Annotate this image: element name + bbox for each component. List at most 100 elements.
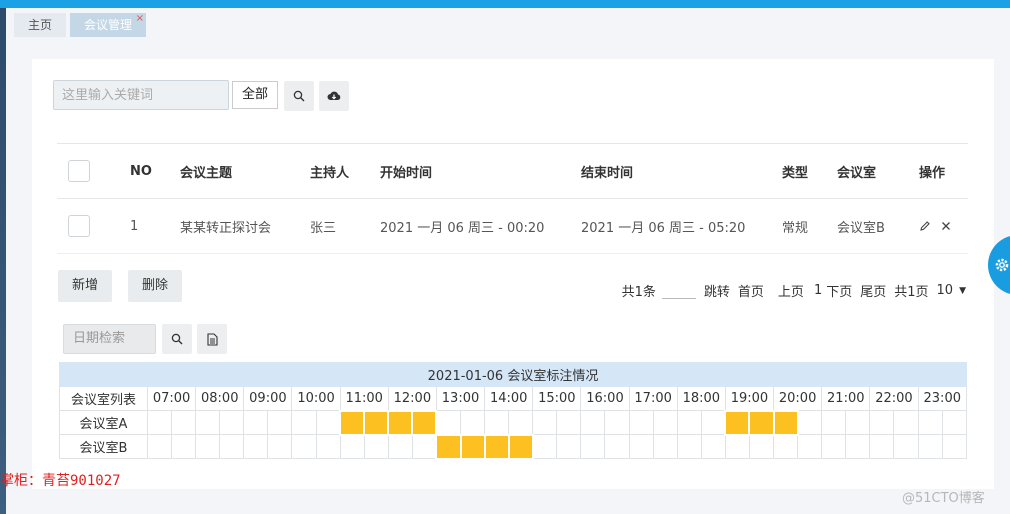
time-slot[interactable] (219, 434, 245, 459)
time-slot[interactable] (845, 410, 871, 435)
hour-label: 18:00 (676, 386, 726, 411)
table-row[interactable]: 1 某某转正探讨会 张三 2021 一月 06 周三 - 00:20 2021 … (57, 199, 968, 254)
time-slot[interactable] (917, 410, 943, 435)
time-slot[interactable] (315, 410, 341, 435)
time-slot[interactable] (580, 434, 606, 459)
time-slot[interactable] (628, 434, 654, 459)
time-slot[interactable] (171, 410, 197, 435)
time-slot[interactable] (604, 434, 630, 459)
time-slot[interactable] (652, 434, 678, 459)
time-slot[interactable] (146, 434, 173, 459)
time-slot[interactable] (628, 410, 654, 435)
booked-slot[interactable] (411, 409, 438, 436)
date-search-button[interactable] (162, 324, 192, 354)
booked-slot[interactable] (724, 409, 751, 436)
pager-first[interactable]: 首页 (738, 281, 764, 300)
time-slot[interactable] (941, 410, 968, 435)
time-slot[interactable] (484, 410, 510, 435)
delete-icon[interactable] (941, 221, 951, 231)
booked-slot[interactable] (748, 409, 775, 436)
time-slot[interactable] (893, 434, 919, 459)
pager-jump[interactable]: 跳转 (704, 281, 730, 300)
time-slot[interactable] (724, 434, 750, 459)
time-slot[interactable] (773, 434, 799, 459)
booked-slot[interactable] (363, 409, 390, 436)
time-slot[interactable] (532, 410, 558, 435)
hour-label: 22:00 (869, 386, 919, 411)
hour-label: 08:00 (195, 386, 245, 411)
select-all-checkbox[interactable] (68, 160, 90, 182)
export-button[interactable] (197, 324, 227, 354)
booked-slot[interactable] (507, 433, 534, 460)
time-slot[interactable] (243, 410, 269, 435)
time-slot[interactable] (869, 434, 895, 459)
booked-slot[interactable] (483, 433, 510, 460)
booked-slot[interactable] (387, 409, 414, 436)
time-slot[interactable] (604, 410, 630, 435)
jump-input[interactable] (661, 283, 696, 299)
time-slot[interactable] (676, 434, 702, 459)
add-button[interactable]: 新增 (58, 270, 113, 302)
hour-label: 14:00 (484, 386, 534, 411)
time-slot[interactable] (339, 434, 365, 459)
time-slot[interactable] (195, 434, 221, 459)
cloud-download-button[interactable] (319, 81, 349, 111)
time-slot[interactable] (845, 434, 871, 459)
time-slot[interactable] (821, 434, 847, 459)
tab-meeting-management[interactable]: 会议管理 × (70, 13, 147, 37)
time-slot[interactable] (291, 410, 317, 435)
search-input[interactable] (53, 80, 229, 110)
time-slot[interactable] (267, 410, 293, 435)
time-slot[interactable] (556, 410, 582, 435)
room-list-header: 会议室列表 (59, 386, 148, 411)
chevron-down-icon[interactable]: ▼ (959, 286, 966, 296)
booked-slot[interactable] (435, 433, 462, 460)
edit-icon[interactable] (919, 220, 931, 232)
booked-slot[interactable] (772, 409, 799, 436)
row-end: 2021 一月 06 周三 - 05:20 (581, 220, 746, 236)
time-slot[interactable] (797, 434, 823, 459)
close-icon[interactable]: × (136, 7, 144, 31)
time-slot[interactable] (146, 410, 173, 435)
row-checkbox[interactable] (68, 215, 90, 237)
time-slot[interactable] (291, 434, 317, 459)
time-slot[interactable] (508, 410, 534, 435)
time-slot[interactable] (748, 434, 775, 459)
delete-button[interactable]: 删除 (128, 270, 183, 302)
time-slot[interactable] (821, 410, 847, 435)
pager-last[interactable]: 尾页 (860, 281, 886, 300)
time-slot[interactable] (267, 434, 293, 459)
time-slot[interactable] (171, 434, 197, 459)
time-slot[interactable] (460, 410, 486, 435)
time-slot[interactable] (917, 434, 943, 459)
time-slot[interactable] (652, 410, 678, 435)
time-slot[interactable] (941, 434, 968, 459)
time-slot[interactable] (532, 434, 558, 459)
time-slot[interactable] (243, 434, 269, 459)
time-slot[interactable] (195, 410, 221, 435)
time-slot[interactable] (797, 410, 823, 435)
booked-slot[interactable] (459, 433, 486, 460)
time-slot[interactable] (315, 434, 341, 459)
page-size-select[interactable]: 10 (937, 283, 954, 298)
pager-current[interactable]: 1 (814, 283, 822, 298)
time-slot[interactable] (387, 434, 413, 459)
pager-next[interactable]: 下页 (826, 281, 852, 300)
time-slot[interactable] (363, 434, 389, 459)
time-slot[interactable] (411, 434, 437, 459)
time-slot[interactable] (700, 410, 726, 435)
time-slot[interactable] (219, 410, 245, 435)
time-slot[interactable] (676, 410, 702, 435)
tab-home[interactable]: 主页 (14, 13, 67, 37)
time-slot[interactable] (869, 410, 895, 435)
date-search-input[interactable]: 日期检索 (63, 324, 156, 354)
pager-prev[interactable]: 上页 (778, 281, 804, 300)
time-slot[interactable] (556, 434, 582, 459)
time-slot[interactable] (580, 410, 606, 435)
search-button[interactable] (284, 81, 314, 111)
time-slot[interactable] (435, 410, 462, 435)
time-slot[interactable] (700, 434, 726, 459)
booked-slot[interactable] (339, 409, 366, 436)
time-slot[interactable] (893, 410, 919, 435)
scope-select[interactable]: 全部 (232, 81, 278, 109)
